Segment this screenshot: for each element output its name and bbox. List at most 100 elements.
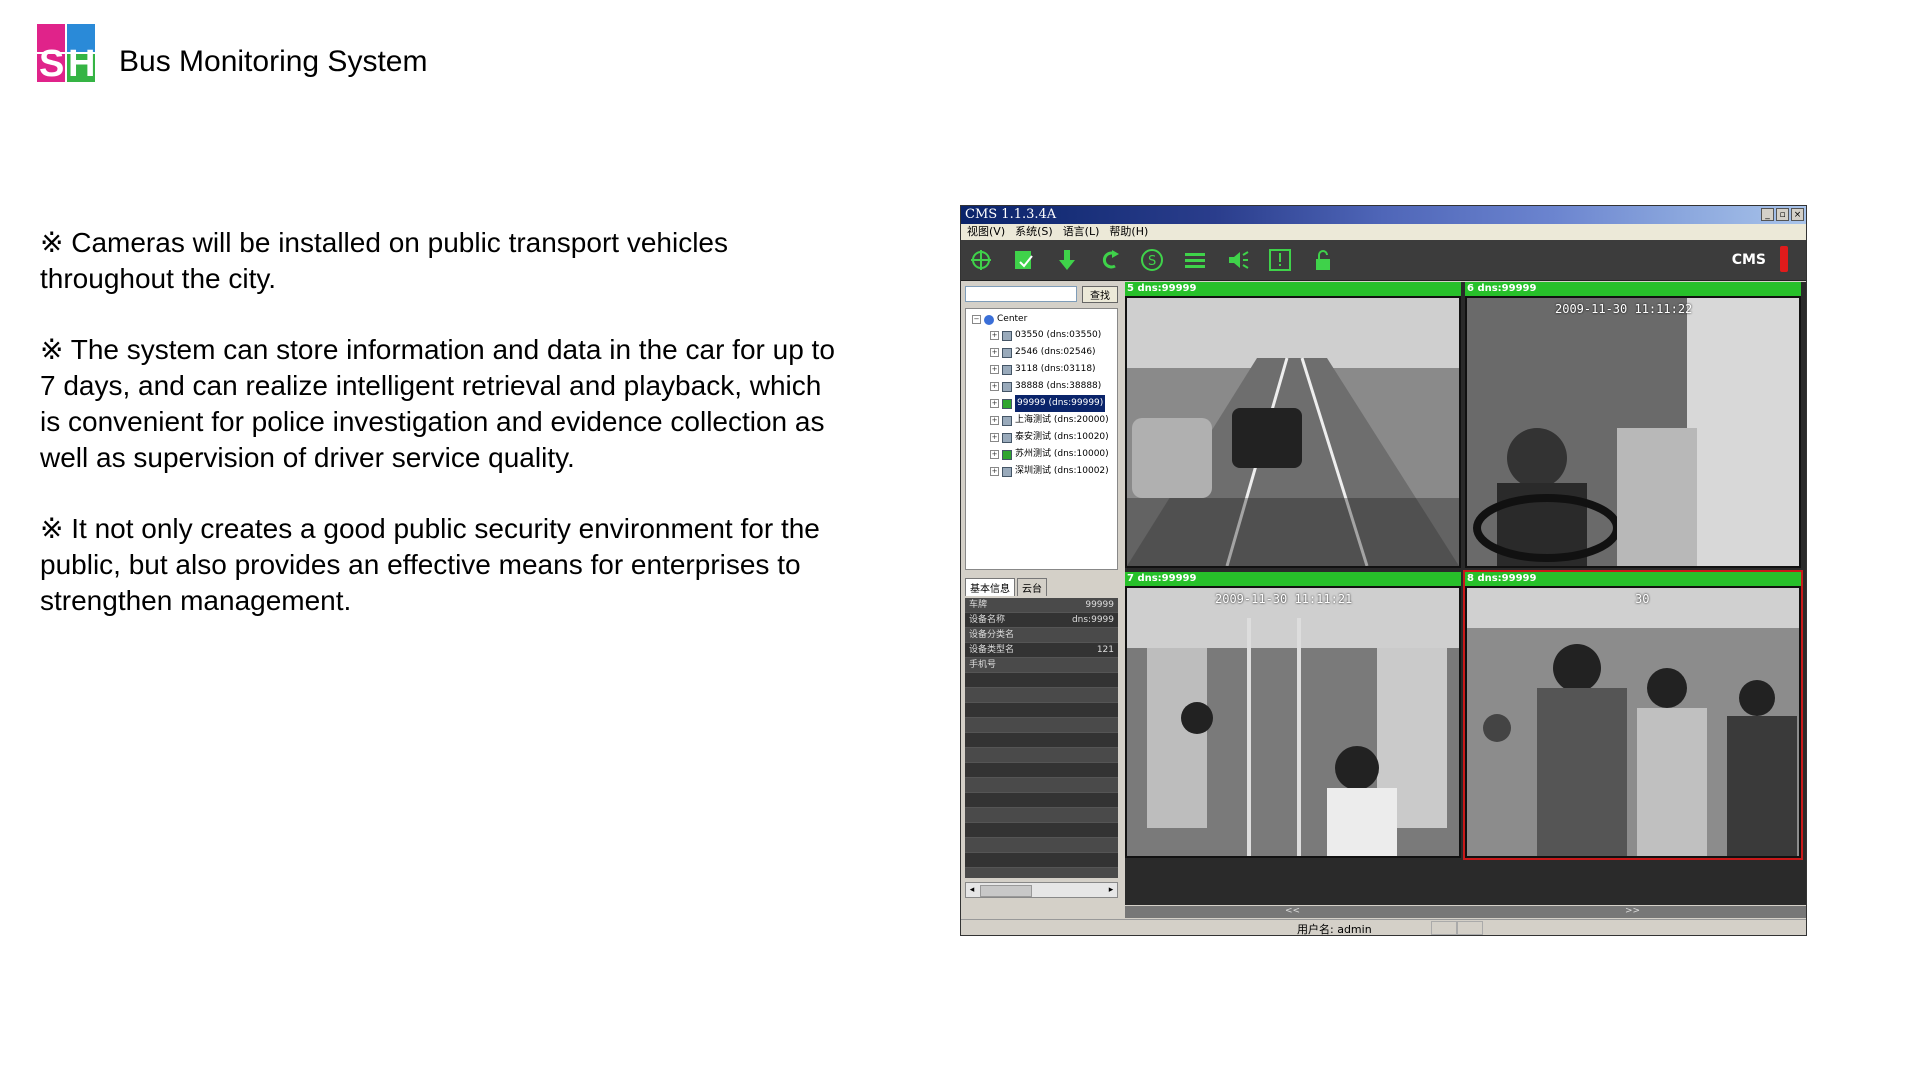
tree-item-label: 3118 (dns:03118) (1015, 364, 1096, 374)
lock-icon[interactable] (1311, 248, 1335, 272)
menu-view[interactable]: 视图(V) (967, 224, 1005, 240)
expand-icon[interactable]: + (990, 331, 999, 340)
speaker-icon[interactable] (1226, 248, 1250, 272)
camera-8[interactable]: 8 dns:99999 30 (1463, 570, 1803, 860)
expand-icon[interactable]: + (990, 416, 999, 425)
info-row: 设备类型名 121 (965, 643, 1118, 658)
cms-window-title: CMS 1.1.3.4A (965, 207, 1057, 222)
info-label: 手机号 (969, 660, 997, 670)
tree-item[interactable]: +38888 (dns:38888) (966, 378, 1117, 395)
info-label: 设备类型名 (969, 645, 1015, 655)
next-page-button[interactable]: >> (1625, 906, 1640, 916)
description: ※ Cameras will be installed on public tr… (40, 225, 840, 654)
info-row: 设备分类名 (965, 628, 1118, 643)
checklist-icon[interactable] (1012, 248, 1036, 272)
download-icon[interactable] (1055, 248, 1079, 272)
device-tree: − Center +03550 (dns:03550) +2546 (dns:02… (965, 308, 1118, 570)
bus-device-icon (1002, 415, 1012, 426)
tree-item[interactable]: + 深圳测试 (dns:10002) (966, 463, 1117, 480)
bus-device-icon (1002, 466, 1012, 477)
info-row: 手机号 (965, 658, 1118, 673)
camera-timestamp: 2009-11-30 11:11:21 (1215, 592, 1353, 606)
tree-root[interactable]: − Center (966, 312, 1117, 327)
tree-item[interactable]: + 苏州测试 (dns:10000) (966, 446, 1117, 463)
close-button[interactable]: × (1791, 208, 1804, 221)
bus-device-icon (1002, 398, 1012, 409)
tree-item-label: 99999 (dns:99999) (1015, 395, 1106, 412)
paragraph-security: ※ It not only creates a good public secu… (40, 513, 820, 616)
expand-icon[interactable]: + (990, 382, 999, 391)
camera-feed-road (1127, 298, 1459, 566)
prev-page-button[interactable]: << (1285, 906, 1300, 916)
tree-item-label: 泰安测试 (dns:10020) (1015, 432, 1109, 442)
info-row: 车牌 99999 (965, 598, 1118, 613)
bus-device-icon (1002, 330, 1012, 341)
paragraph-cameras: ※ Cameras will be installed on public tr… (40, 227, 728, 294)
menu-language[interactable]: 语言(L) (1063, 224, 1100, 240)
camera-timestamp: 2009-11-30 11:11:22 (1555, 302, 1693, 316)
info-label: 设备名称 (969, 615, 1006, 625)
tab-basic-info[interactable]: 基本信息 (965, 578, 1015, 596)
info-table: 车牌 99999 设备名称 dns:9999 设备分类名设备类型名 121 手机号 (965, 598, 1118, 878)
camera-label: 6 dns:99999 (1465, 282, 1801, 296)
expand-icon[interactable]: + (990, 365, 999, 374)
horizontal-scrollbar[interactable]: ◂ ▸ (965, 882, 1118, 898)
page-title: Bus Monitoring System (119, 45, 428, 78)
bus-device-icon (1002, 432, 1012, 443)
svg-text:H: H (68, 43, 95, 84)
cms-titlebar[interactable]: CMS 1.1.3.4A _ ▫ × (961, 206, 1806, 224)
camera-6[interactable]: 6 dns:99999 2009-11-30 11:11:22 (1465, 282, 1801, 568)
search-input[interactable] (965, 286, 1077, 302)
tree-item[interactable]: + 上海测试 (dns:20000) (966, 412, 1117, 429)
tree-item[interactable]: + 泰安测试 (dns:10020) (966, 429, 1117, 446)
svg-text:S: S (1148, 254, 1156, 269)
scroll-right-icon[interactable]: ▸ (1105, 883, 1117, 897)
search-button[interactable]: 查找 (1082, 286, 1118, 303)
paragraph-storage: ※ The system can store information and d… (40, 334, 835, 473)
bus-device-icon (1002, 364, 1012, 375)
svg-text:S: S (39, 43, 64, 84)
tree-item[interactable]: +03550 (dns:03550) (966, 327, 1117, 344)
undo-icon[interactable] (1097, 248, 1121, 272)
crosshair-icon[interactable] (969, 248, 993, 272)
page-navigation: << >> (1125, 906, 1806, 918)
camera-5[interactable]: 5 dns:99999 (1125, 282, 1461, 568)
tree-item[interactable]: +3118 (dns:03118) (966, 361, 1117, 378)
expand-icon[interactable]: + (990, 450, 999, 459)
tree-item-label: 深圳测试 (dns:10002) (1015, 466, 1109, 476)
tab-ptz[interactable]: 云台 (1017, 578, 1047, 596)
record-icon[interactable]: S (1140, 248, 1164, 272)
menu-help[interactable]: 帮助(H) (1109, 224, 1148, 240)
toolbar: S CMS (961, 240, 1806, 281)
expand-icon[interactable]: + (990, 433, 999, 442)
tree-item-label: 2546 (dns:02546) (1015, 347, 1096, 357)
info-row: 设备名称 dns:9999 (965, 613, 1118, 628)
info-label: 车牌 (969, 600, 988, 610)
tree-item[interactable]: +99999 (dns:99999) (966, 395, 1117, 412)
camera-feed-driver (1467, 298, 1799, 566)
tree-item-label: 03550 (dns:03550) (1015, 330, 1102, 340)
alert-icon[interactable] (1268, 248, 1292, 272)
alarm-indicator-icon[interactable] (1780, 246, 1788, 272)
info-label: 设备分类名 (969, 630, 1015, 640)
bus-device-icon (1002, 449, 1012, 460)
maximize-button[interactable]: ▫ (1776, 208, 1789, 221)
minimize-button[interactable]: _ (1761, 208, 1774, 221)
statusbar: 用户名: admin (961, 919, 1806, 936)
menubar: 视图(V) 系统(S) 语言(L) 帮助(H) (961, 224, 1806, 240)
scroll-thumb[interactable] (980, 885, 1032, 897)
expand-icon[interactable]: + (990, 399, 999, 408)
scroll-left-icon[interactable]: ◂ (966, 883, 978, 897)
expand-icon[interactable]: + (990, 467, 999, 476)
bus-device-icon (1002, 381, 1012, 392)
tree-item[interactable]: +2546 (dns:02546) (966, 344, 1117, 361)
camera-label: 5 dns:99999 (1125, 282, 1461, 296)
expand-icon[interactable]: + (990, 348, 999, 357)
status-user: 用户名: admin (1297, 923, 1372, 936)
menu-system[interactable]: 系统(S) (1015, 224, 1053, 240)
camera-timestamp: 30 (1635, 592, 1650, 606)
layers-icon[interactable] (1183, 248, 1207, 272)
camera-feed-door (1467, 588, 1799, 856)
camera-7[interactable]: 7 dns:99999 2009-11-30 11:11:21 (1125, 572, 1461, 858)
collapse-icon[interactable]: − (972, 315, 981, 324)
